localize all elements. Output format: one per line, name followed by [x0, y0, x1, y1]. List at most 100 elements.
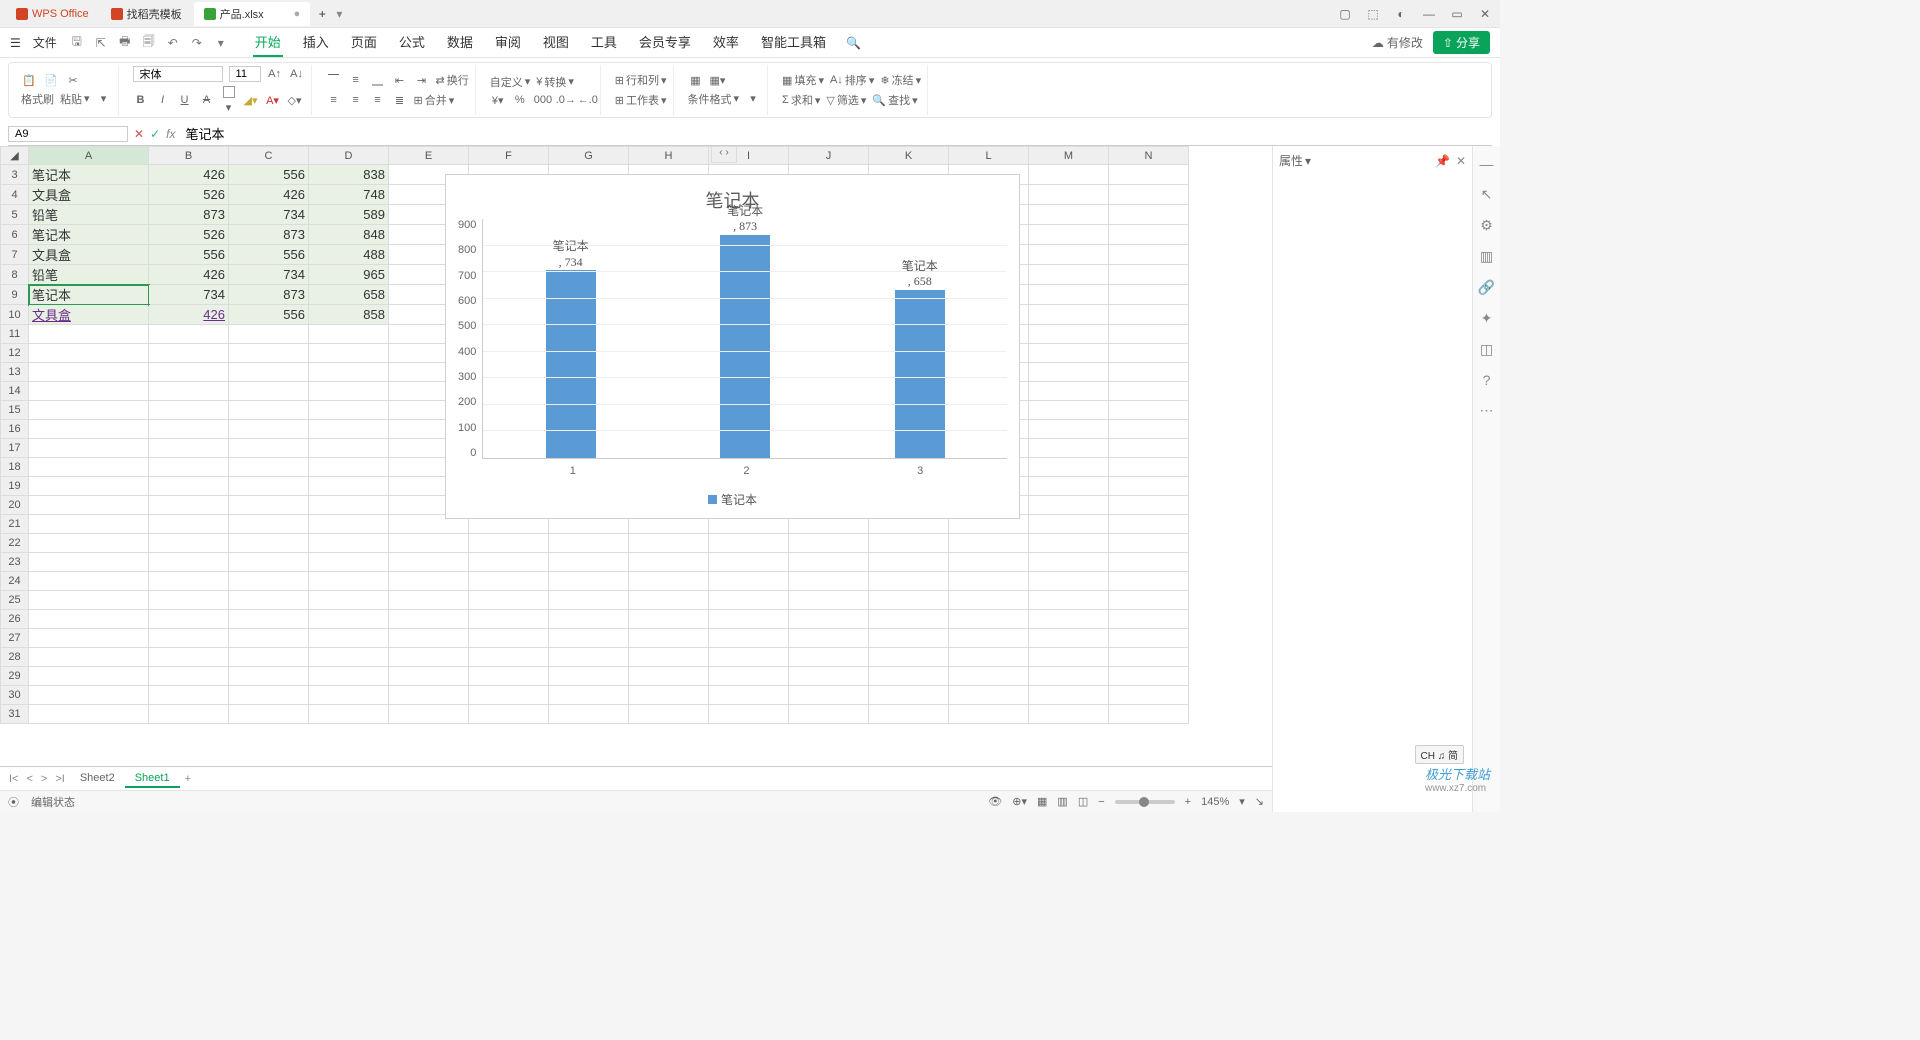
ribbon-tab-工具[interactable]: 工具 [589, 28, 619, 57]
cell-B15[interactable] [149, 401, 229, 420]
hamburger-icon[interactable]: ☰ [10, 36, 21, 50]
zoom-slider[interactable] [1115, 800, 1175, 804]
cell-F29[interactable] [469, 667, 549, 686]
share-button[interactable]: ⇧ 分享 [1433, 31, 1490, 54]
cell-L29[interactable] [949, 667, 1029, 686]
col-header-K[interactable]: K [869, 147, 949, 165]
cell-C12[interactable] [229, 344, 309, 363]
cell-M16[interactable] [1029, 420, 1109, 439]
changes-badge[interactable]: ☁ 有修改 [1372, 34, 1423, 51]
cell-L22[interactable] [949, 534, 1029, 553]
row-header-29[interactable]: 29 [1, 667, 29, 686]
cell-M7[interactable] [1029, 245, 1109, 265]
cell-D8[interactable]: 965 [309, 265, 389, 285]
cell-N11[interactable] [1109, 325, 1189, 344]
percent-icon[interactable]: % [512, 94, 528, 106]
zoom-value[interactable]: 145% [1201, 796, 1229, 808]
cell-B21[interactable] [149, 515, 229, 534]
cell-I31[interactable] [709, 705, 789, 724]
currency-icon[interactable]: ¥▾ [490, 94, 506, 107]
col-header-N[interactable]: N [1109, 147, 1189, 165]
cell-J22[interactable] [789, 534, 869, 553]
cell-B24[interactable] [149, 572, 229, 591]
cell-B27[interactable] [149, 629, 229, 648]
cell-D16[interactable] [309, 420, 389, 439]
cell-D31[interactable] [309, 705, 389, 724]
row-header-21[interactable]: 21 [1, 515, 29, 534]
col-header-F[interactable]: F [469, 147, 549, 165]
cell-D10[interactable]: 858 [309, 305, 389, 325]
cell-B29[interactable] [149, 667, 229, 686]
chevron-down-icon[interactable]: ▾ [213, 36, 229, 50]
cell-D26[interactable] [309, 610, 389, 629]
cell-M24[interactable] [1029, 572, 1109, 591]
cell-M10[interactable] [1029, 305, 1109, 325]
cell-H22[interactable] [629, 534, 709, 553]
cell-E22[interactable] [389, 534, 469, 553]
cell-E23[interactable] [389, 553, 469, 572]
cell-D13[interactable] [309, 363, 389, 382]
col-header-B[interactable]: B [149, 147, 229, 165]
cell-C19[interactable] [229, 477, 309, 496]
cell-A4[interactable]: 文具盒 [29, 185, 149, 205]
sidebar-toggle-icon[interactable]: ↘ [1255, 795, 1264, 808]
font-name-select[interactable] [133, 66, 223, 82]
col-header-D[interactable]: D [309, 147, 389, 165]
cell-D11[interactable] [309, 325, 389, 344]
cell-G25[interactable] [549, 591, 629, 610]
cell-K29[interactable] [869, 667, 949, 686]
user-avatar-icon[interactable]: ◐ [1392, 7, 1410, 21]
row-header-23[interactable]: 23 [1, 553, 29, 572]
chevron-down-icon[interactable]: ▾ [1305, 154, 1311, 168]
row-header-9[interactable]: 9 [1, 285, 29, 305]
decrease-font-icon[interactable]: A↓ [289, 68, 305, 80]
row-header-30[interactable]: 30 [1, 686, 29, 705]
cell-A3[interactable]: 笔记本 [29, 165, 149, 185]
cell-K22[interactable] [869, 534, 949, 553]
cell-H23[interactable] [629, 553, 709, 572]
cell-F31[interactable] [469, 705, 549, 724]
cell-I27[interactable] [709, 629, 789, 648]
cell-D15[interactable] [309, 401, 389, 420]
preview-icon[interactable]: 🗐 [141, 32, 157, 53]
row-header-20[interactable]: 20 [1, 496, 29, 515]
cell-L27[interactable] [949, 629, 1029, 648]
sheet-first-button[interactable]: I< [6, 773, 21, 785]
add-sheet-button[interactable]: + [182, 773, 194, 785]
cell-B23[interactable] [149, 553, 229, 572]
underline-button[interactable]: U [177, 94, 193, 106]
cell-M29[interactable] [1029, 667, 1109, 686]
cell-C24[interactable] [229, 572, 309, 591]
row-header-25[interactable]: 25 [1, 591, 29, 610]
cell-M14[interactable] [1029, 382, 1109, 401]
cell-I24[interactable] [709, 572, 789, 591]
cell-A22[interactable] [29, 534, 149, 553]
row-header-31[interactable]: 31 [1, 705, 29, 724]
cell-B3[interactable]: 426 [149, 165, 229, 185]
cell-E29[interactable] [389, 667, 469, 686]
row-header-10[interactable]: 10 [1, 305, 29, 325]
ribbon-tab-视图[interactable]: 视图 [541, 28, 571, 57]
cell-D22[interactable] [309, 534, 389, 553]
cell-D24[interactable] [309, 572, 389, 591]
ribbon-tab-会员专享[interactable]: 会员专享 [637, 28, 693, 57]
col-header-L[interactable]: L [949, 147, 1029, 165]
redo-icon[interactable]: ↷ [189, 36, 205, 50]
more-icon[interactable]: ⋯ [1480, 402, 1494, 419]
cell-L25[interactable] [949, 591, 1029, 610]
cell-M9[interactable] [1029, 285, 1109, 305]
cell-H24[interactable] [629, 572, 709, 591]
cell-M8[interactable] [1029, 265, 1109, 285]
save-icon[interactable]: 🖫 [69, 32, 85, 53]
cell-A20[interactable] [29, 496, 149, 515]
table-style-icon[interactable]: ▦ [688, 74, 704, 87]
view-eye-icon[interactable]: 👁 [988, 795, 1002, 808]
cell-K25[interactable] [869, 591, 949, 610]
add-tab-button[interactable]: + [312, 7, 332, 21]
col-header-G[interactable]: G [549, 147, 629, 165]
cell-M3[interactable] [1029, 165, 1109, 185]
cell-H30[interactable] [629, 686, 709, 705]
view-normal-icon[interactable]: ▦ [1037, 795, 1047, 808]
cell-C15[interactable] [229, 401, 309, 420]
cell-C3[interactable]: 556 [229, 165, 309, 185]
